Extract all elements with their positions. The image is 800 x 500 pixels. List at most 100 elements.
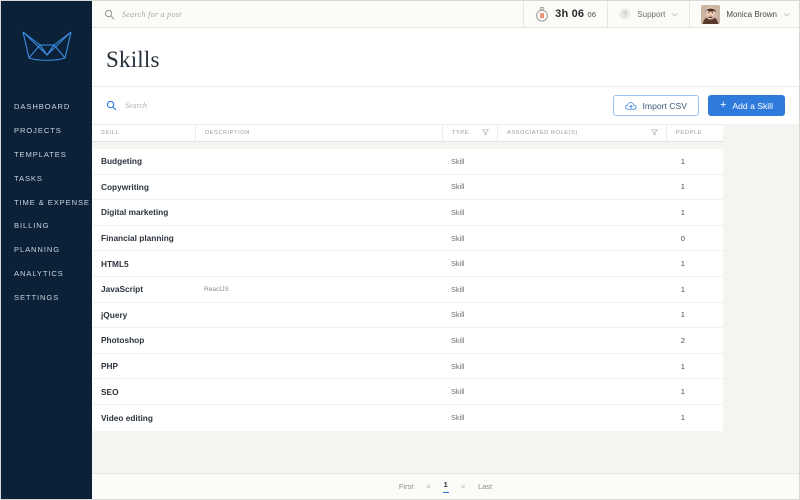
cell-description: [195, 149, 442, 174]
support-label: Support: [637, 9, 666, 19]
table-row[interactable]: PHP Skill 1: [92, 354, 723, 380]
cell-type: Skill: [451, 284, 465, 294]
add-skill-button[interactable]: + Add a Skill: [707, 95, 785, 116]
cell-description: [195, 328, 442, 353]
search-icon: [106, 100, 117, 111]
cell-skill: Photoshop: [101, 335, 145, 346]
search-placeholder: Search: [125, 101, 147, 110]
avatar: [701, 4, 721, 24]
cell-people: 1: [666, 277, 723, 302]
pagination-next[interactable]: >: [460, 482, 466, 491]
table-row[interactable]: Video editing Skill 1: [92, 405, 723, 431]
user-name-label: Monica Brown: [726, 9, 777, 19]
page-header: Skills: [92, 28, 799, 86]
app-logo[interactable]: [1, 15, 92, 79]
people-count: 1: [680, 361, 685, 371]
sidebar-item-planning[interactable]: PLANNING: [1, 238, 92, 262]
import-csv-button[interactable]: Import CSV: [612, 95, 699, 116]
cell-roles: [497, 379, 666, 404]
cell-skill: Video editing: [101, 412, 153, 423]
column-header-associated-roles[interactable]: ASSOCIATED ROLE(S): [497, 125, 666, 141]
column-label: DESCRIPTION: [205, 130, 250, 136]
cell-type: Skill: [451, 335, 465, 345]
filter-icon[interactable]: [651, 129, 658, 138]
top-bar: Search for a post 3h 06 06 ? Support Mon…: [92, 1, 799, 28]
sidebar-item-analytics[interactable]: ANALYTICS: [1, 261, 92, 285]
user-menu[interactable]: Monica Brown: [689, 1, 799, 27]
chevron-down-icon: [671, 11, 678, 18]
cell-skill: HTML5: [101, 258, 129, 269]
cell-people: 1: [666, 379, 723, 404]
cell-skill: SEO: [101, 386, 119, 397]
svg-text:?: ?: [623, 10, 627, 19]
table-row[interactable]: JavaScript ReactJS Skill 1: [92, 277, 723, 303]
cell-skill: PHP: [101, 361, 119, 372]
people-count: 1: [680, 310, 685, 320]
table-row[interactable]: SEO Skill 1: [92, 379, 723, 405]
import-csv-label: Import CSV: [642, 100, 687, 111]
cell-description: [195, 251, 442, 276]
column-header-people[interactable]: PEOPLE: [666, 125, 723, 141]
column-header-skill[interactable]: SKILL: [92, 125, 195, 141]
table-row[interactable]: Budgeting Skill 1: [92, 149, 723, 175]
sidebar-item-projects[interactable]: PROJECTS: [1, 119, 92, 143]
cell-roles: [497, 277, 666, 302]
pagination-page-1[interactable]: 1: [442, 480, 449, 493]
cell-roles: [497, 175, 666, 200]
table-row[interactable]: Photoshop Skill 2: [92, 328, 723, 354]
add-skill-label: Add a Skill: [732, 100, 773, 111]
cell-description: [195, 303, 442, 328]
cloud-upload-icon: [624, 101, 637, 110]
cell-skill: Budgeting: [101, 156, 143, 167]
cell-skill: Digital marketing: [101, 207, 169, 218]
pagination-first[interactable]: First: [398, 482, 414, 491]
column-label: SKILL: [101, 130, 120, 136]
sidebar: DASHBOARD PROJECTS TEMPLATES TASKS TIME …: [1, 1, 92, 499]
help-circle-icon: ?: [619, 8, 631, 20]
cell-description: [195, 226, 442, 251]
column-header-type[interactable]: TYPE: [442, 125, 497, 141]
cell-people: 1: [666, 303, 723, 328]
cell-description: [195, 200, 442, 225]
people-count: 1: [680, 259, 685, 269]
people-count: 1: [680, 413, 685, 423]
table-header-row: SKILL DESCRIPTION TYPE ASSOCIATED ROLE(S…: [92, 124, 723, 142]
cell-roles: [497, 149, 666, 174]
table-row[interactable]: Digital marketing Skill 1: [92, 200, 723, 226]
cell-type: Skill: [451, 361, 465, 371]
pagination-prev[interactable]: <: [425, 482, 431, 491]
pagination-last[interactable]: Last: [477, 482, 493, 491]
search-input[interactable]: Search: [106, 100, 613, 111]
cell-description: [195, 354, 442, 379]
table-row[interactable]: Financial planning Skill 0: [92, 226, 723, 252]
sidebar-item-settings[interactable]: SETTINGS: [1, 285, 92, 309]
timer-seconds: 06: [587, 10, 597, 19]
cell-description: [195, 405, 442, 431]
crown-logo-icon: [21, 31, 72, 61]
table-row[interactable]: HTML5 Skill 1: [92, 251, 723, 277]
column-label: TYPE: [452, 130, 470, 136]
timer-value: 3h 06 06: [555, 8, 597, 20]
filter-icon[interactable]: [482, 129, 489, 138]
support-menu[interactable]: ? Support: [607, 1, 689, 27]
people-count: 1: [680, 182, 685, 192]
table-row[interactable]: Copywriting Skill 1: [92, 175, 723, 201]
cell-type: Skill: [451, 182, 465, 192]
table-body: Budgeting Skill 1 Copywriting Skill 1 Di…: [92, 149, 723, 431]
sidebar-item-time-expense[interactable]: TIME & EXPENSE: [1, 190, 92, 214]
sidebar-item-tasks[interactable]: TASKS: [1, 166, 92, 190]
table-row[interactable]: jQuery Skill 1: [92, 303, 723, 329]
global-search-input[interactable]: Search for a post: [92, 1, 523, 27]
cell-roles: [497, 405, 666, 431]
sidebar-item-billing[interactable]: BILLING: [1, 214, 92, 238]
cell-roles: [497, 303, 666, 328]
sidebar-item-dashboard[interactable]: DASHBOARD: [1, 95, 92, 119]
cell-roles: [497, 354, 666, 379]
sidebar-item-templates[interactable]: TEMPLATES: [1, 143, 92, 167]
column-header-description[interactable]: DESCRIPTION: [195, 125, 442, 141]
cell-description: ReactJS: [204, 285, 229, 293]
cell-people: 1: [666, 405, 723, 431]
page-content: Skills Search Import CSV + Add a Skill S…: [92, 28, 799, 499]
timer-widget[interactable]: 3h 06 06: [523, 1, 607, 27]
column-label: PEOPLE: [676, 130, 703, 136]
